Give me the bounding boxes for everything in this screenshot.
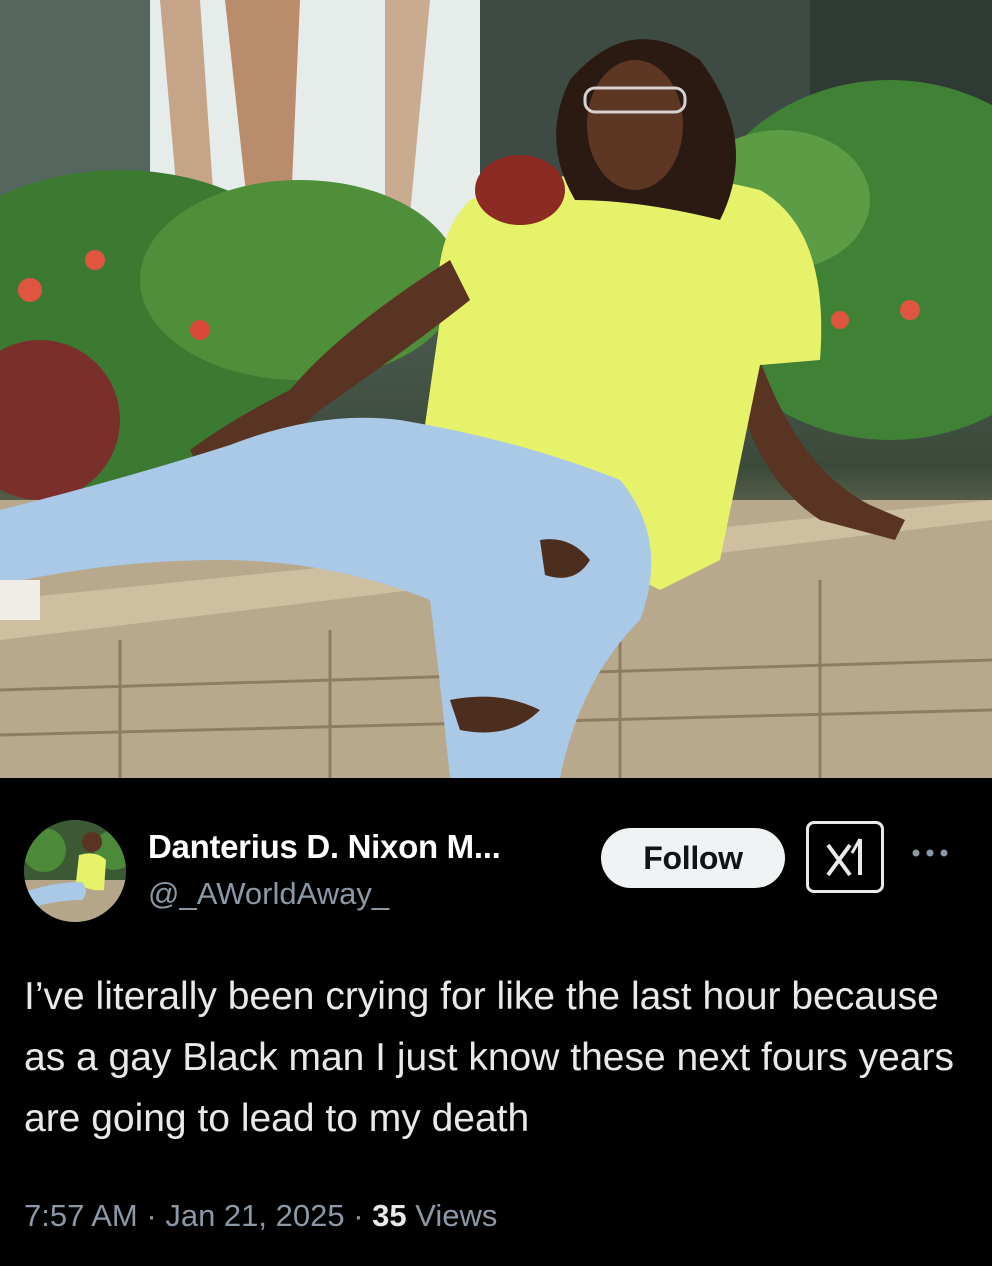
grok-button[interactable]	[806, 821, 884, 893]
meta-separator: ·	[146, 1198, 157, 1233]
meta-separator: ·	[353, 1198, 364, 1233]
views-label: Views	[415, 1198, 498, 1233]
more-options-button[interactable]	[904, 838, 956, 868]
tweet-text: I’ve literally been crying for like the …	[24, 975, 954, 1140]
tweet-card: Danterius D. Nixon M... @_AWorldAway_ Fo…	[0, 778, 992, 1266]
tweet-time[interactable]: 7:57 AM	[24, 1198, 138, 1233]
author-handle[interactable]: @_AWorldAway_	[148, 876, 389, 912]
grok-icon	[826, 838, 862, 877]
views-count[interactable]: 35	[372, 1198, 406, 1233]
more-dots-icon	[912, 849, 948, 857]
tweet-metadata: 7:57 AM · Jan 21, 2025 · 35 Views	[24, 1198, 497, 1234]
author-display-name[interactable]: Danterius D. Nixon M...	[148, 828, 501, 866]
avatar[interactable]	[24, 820, 126, 922]
photo-image	[0, 0, 992, 778]
avatar-image	[24, 820, 126, 922]
tweet-photo[interactable]	[0, 0, 992, 778]
follow-button[interactable]: Follow	[601, 828, 785, 888]
tweet-date[interactable]: Jan 21, 2025	[165, 1198, 344, 1233]
